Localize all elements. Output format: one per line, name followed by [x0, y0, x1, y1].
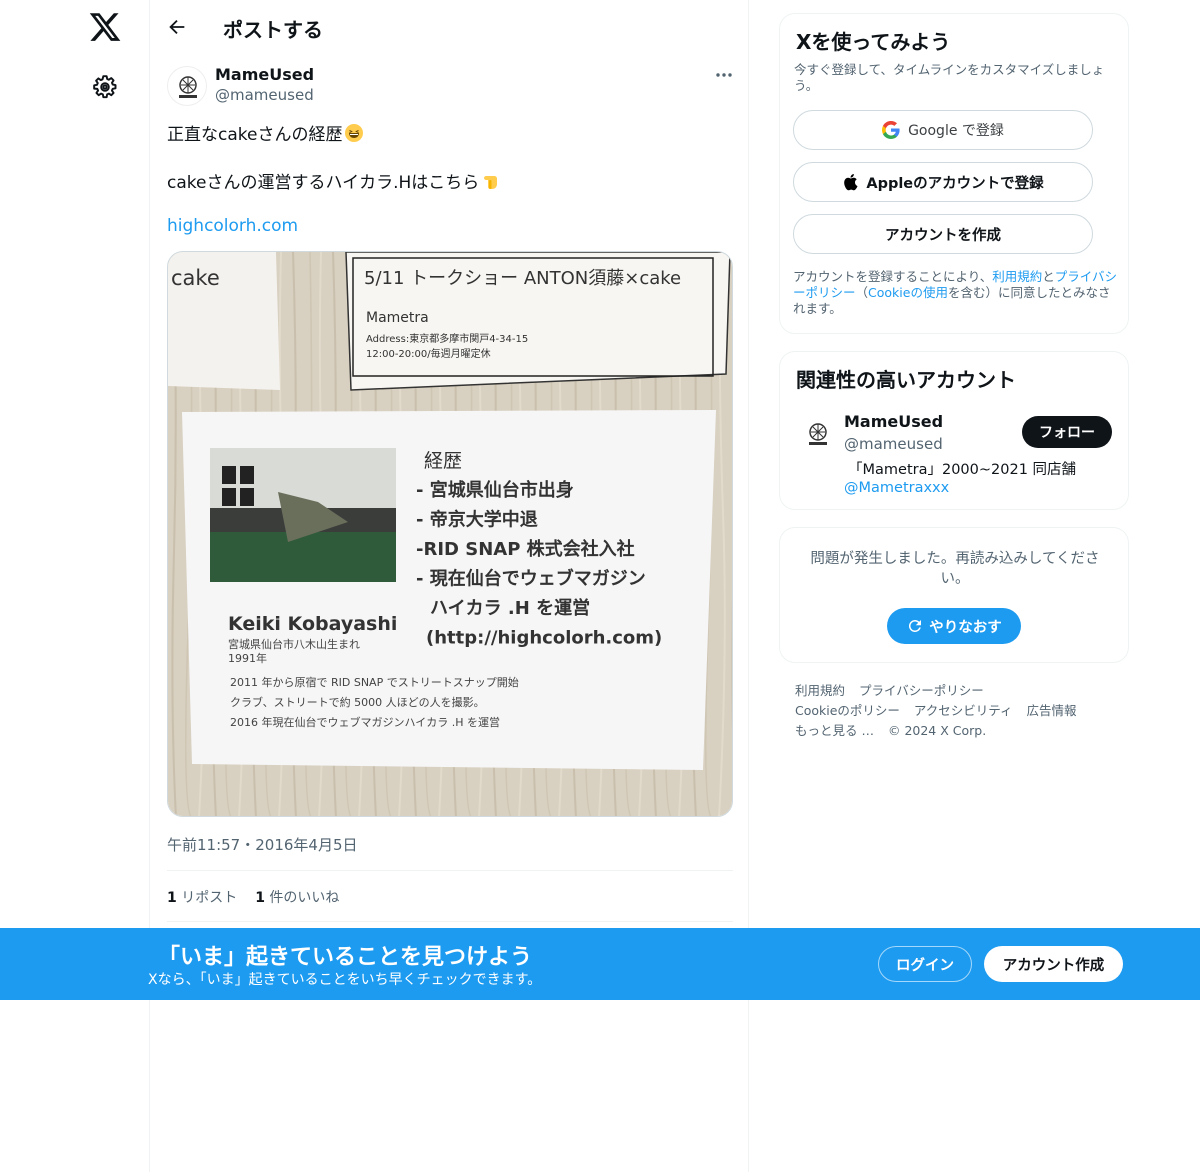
related-avatar[interactable] [798, 414, 838, 454]
cookie-link[interactable]: Cookieの使用 [868, 285, 948, 300]
author-handle[interactable]: @mameused [215, 86, 314, 104]
page-title: ポストする [223, 18, 323, 42]
related-bio-link[interactable]: @Mametraxxx [844, 480, 949, 496]
post-text-line1: 正直なcakeさんの経歴 [167, 120, 364, 145]
footer-link[interactable]: Cookieのポリシー [795, 703, 900, 718]
footer-link[interactable]: プライバシーポリシー [859, 683, 984, 698]
media-career-item: (http://highcolorh.com) [426, 628, 662, 649]
divider [167, 921, 733, 922]
media-person-year: 1991年 [228, 651, 267, 665]
media-career-item: -RID SNAP 株式会社入社 [416, 538, 635, 560]
footer-link[interactable]: 広告情報 [1027, 703, 1077, 718]
error-card: 問題が発生しました。再読み込みしてください。 やりなおす [779, 527, 1129, 663]
related-name[interactable]: MameUsed [844, 412, 943, 431]
author-avatar[interactable] [167, 66, 207, 106]
post-text-line2: cakeさんの運営するハイカラ.Hはこちら [167, 168, 501, 193]
refresh-icon [909, 619, 922, 632]
post-image[interactable]: cake 5/11 トークショー ANTON須藤×cake Mametra Ad… [167, 251, 733, 817]
settings-gear-icon[interactable] [92, 74, 118, 100]
media-person-name: Keiki Kobayashi [228, 613, 397, 635]
footer-link[interactable]: 利用規約 [795, 683, 845, 698]
repost-count[interactable]: 1 リポスト [167, 890, 237, 906]
terms-link[interactable]: 利用規約 [992, 269, 1042, 284]
banner-signup-button[interactable]: アカウント作成 [984, 946, 1123, 982]
footer-copyright: © 2024 X Corp. [887, 723, 987, 738]
apple-signup-button[interactable]: Appleのアカウントで登録 [793, 162, 1093, 202]
media-poster-venue: Mametra [366, 310, 429, 326]
create-account-button[interactable]: アカウントを作成 [793, 214, 1093, 254]
banner-title: 「いま」起きていることを見つけよう [158, 945, 533, 970]
signup-subtitle: 今すぐ登録して、タイムラインをカスタマイズしましょう。 [794, 62, 1105, 93]
grinning-face-emoji-icon [345, 124, 364, 142]
footer-link[interactable]: アクセシビリティ [914, 703, 1013, 718]
related-bio: 「Mametra」2000~2021 同店舗 [848, 462, 1077, 478]
media-history-list: 2011 年から原宿で RID SNAP でストリートスナップ開始クラブ、ストリ… [230, 675, 519, 729]
media-career-item: - 現在仙台でウェブマガジン [416, 568, 646, 590]
divider [167, 870, 733, 871]
related-accounts-card: 関連性の高いアカウント MameUsed @mameused 「Mametra」… [779, 351, 1129, 510]
error-message: 問題が発生しました。再読み込みしてください。 [810, 551, 1100, 587]
login-button[interactable]: ログイン [878, 946, 972, 982]
media-history-line: 2011 年から原宿で RID SNAP でストリートスナップ開始 [230, 675, 519, 689]
back-arrow-icon[interactable] [166, 16, 188, 38]
media-career-item: - 帝京大学中退 [416, 509, 538, 531]
post-link[interactable]: highcolorh.com [167, 216, 298, 236]
like-count[interactable]: 1 件のいいね [255, 890, 339, 906]
retry-button[interactable]: やりなおす [887, 608, 1021, 644]
media-career-item: - 宮城県仙台市出身 [416, 479, 574, 501]
post-timestamp[interactable]: 午前11:57・2016年4月5日 [167, 834, 358, 855]
signup-terms: アカウントを登録することにより、利用規約とプライバシーポリシー（Cookieの使… [793, 269, 1118, 316]
media-poster-address: Address:東京都多摩市関戸4-34-15 [366, 332, 528, 345]
signup-title: Xを使ってみよう [796, 30, 951, 54]
apple-icon [844, 174, 858, 191]
related-title: 関連性の高いアカウント [796, 368, 1016, 392]
media-career-heading: 経歴 [424, 450, 462, 472]
media-history-line: クラブ、ストリートで約 5000 人ほどの人を撮影。 [230, 695, 485, 709]
follow-button[interactable]: フォロー [1022, 416, 1112, 448]
media-career-item: ハイカラ .H を運営 [430, 597, 590, 619]
media-history-line: 2016 年現在仙台でウェブマガジンハイカラ .H を運営 [230, 715, 500, 729]
google-icon [882, 121, 900, 139]
footer-more-link[interactable]: もっと見る … [795, 723, 874, 738]
media-cake-label: cake [171, 266, 220, 290]
media-poster-title: 5/11 トークショー ANTON須藤×cake [364, 268, 681, 289]
more-options-icon[interactable] [713, 68, 735, 82]
media-poster-hours: 12:00-20:00/毎週月曜定休 [366, 347, 491, 360]
x-logo-icon[interactable] [88, 10, 122, 44]
banner-subtitle: Xなら、「いま」起きていることをいち早くチェックできます。 [148, 972, 542, 988]
related-handle[interactable]: @mameused [844, 435, 943, 453]
pointing-down-emoji-icon [484, 176, 498, 189]
post-stats: 1 リポスト 1 件のいいね [167, 887, 339, 907]
sidebar-footer: 利用規約 プライバシーポリシー Cookieのポリシー アクセシビリティ 広告情… [795, 681, 1125, 741]
media-person-birthplace: 宮城県仙台市八木山生まれ [228, 637, 360, 651]
bottom-banner: 「いま」起きていることを見つけよう Xなら、「いま」起きていることをいち早くチェ… [0, 928, 1200, 1000]
author-name[interactable]: MameUsed [215, 65, 314, 84]
google-signup-button[interactable]: Google で登録 [793, 110, 1093, 150]
signup-card: Xを使ってみよう 今すぐ登録して、タイムラインをカスタマイズしましょう。 Goo… [779, 13, 1129, 334]
